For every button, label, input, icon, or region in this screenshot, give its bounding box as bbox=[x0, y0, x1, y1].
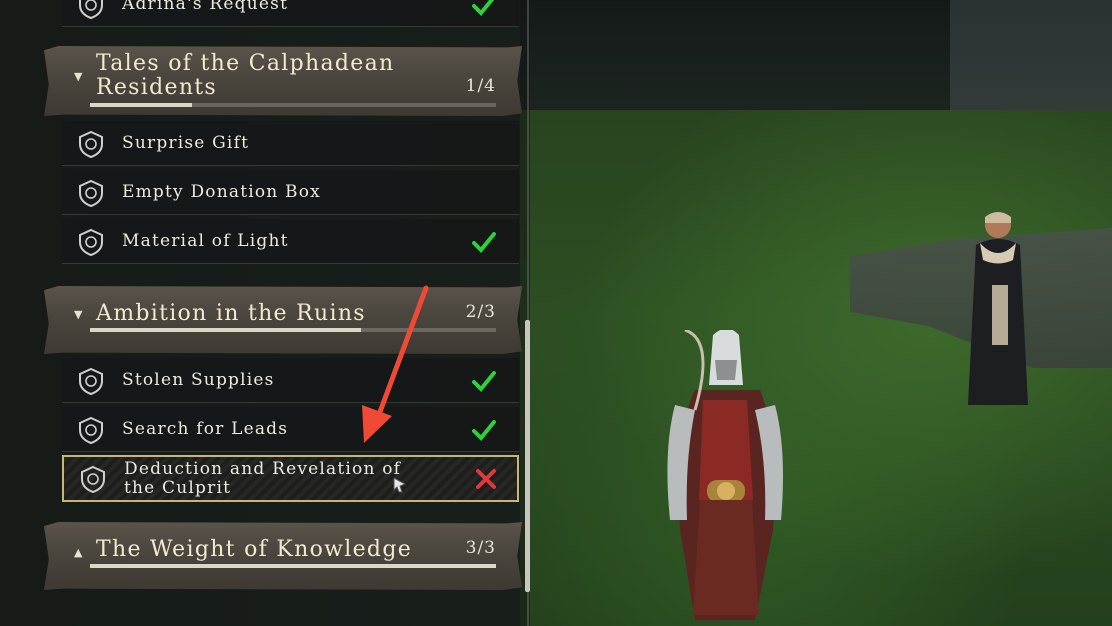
quest-group-title: Ambition in the Ruins bbox=[96, 301, 366, 326]
quest-group-header-calphadean[interactable]: ▼ Tales of the Calphadean Residents 1/4 bbox=[44, 46, 522, 116]
caret-down-icon: ▼ bbox=[74, 70, 83, 83]
armored-knight-character bbox=[667, 330, 783, 620]
shield-crest-icon bbox=[81, 465, 105, 493]
shield-crest-icon bbox=[79, 179, 103, 207]
quest-item-label: Search for Leads bbox=[122, 419, 289, 439]
villager-npc-character bbox=[968, 212, 1028, 405]
quest-group-progress-text: 1/4 bbox=[465, 76, 496, 96]
quest-item-adrinas-request[interactable]: Adrina's Request bbox=[62, 0, 519, 27]
quest-log-panel: Adrina's Request ▼ Tales of the Calphade… bbox=[0, 0, 530, 626]
quest-group-header-weight[interactable]: ▲ The Weight of Knowledge 3/3 bbox=[44, 522, 522, 590]
x-mark-icon bbox=[476, 469, 496, 489]
shield-crest-icon bbox=[79, 228, 103, 256]
quest-item-deduction-and-revelation[interactable]: Deduction and Revelation of the Culprit bbox=[62, 455, 519, 502]
shield-crest-icon bbox=[79, 130, 103, 158]
quest-item-label: Material of Light bbox=[122, 231, 289, 251]
shield-crest-icon bbox=[79, 0, 103, 19]
scrollbar-thumb[interactable] bbox=[525, 320, 530, 592]
quest-item-label: Adrina's Request bbox=[122, 0, 289, 14]
progress-track bbox=[90, 564, 496, 568]
check-icon bbox=[472, 232, 496, 253]
quest-group-title: Tales of the Calphadean Residents bbox=[96, 51, 395, 100]
quest-item-material-of-light[interactable]: Material of Light bbox=[62, 219, 519, 264]
shield-crest-icon bbox=[79, 367, 103, 395]
quest-item-stolen-supplies[interactable]: Stolen Supplies bbox=[62, 358, 519, 403]
shield-crest-icon bbox=[79, 416, 103, 444]
quest-item-search-for-leads[interactable]: Search for Leads bbox=[62, 407, 519, 452]
quest-item-label: Stolen Supplies bbox=[122, 370, 275, 390]
quest-item-label: Deduction and Revelation of the Culprit bbox=[124, 459, 402, 498]
quest-group-progress-text: 3/3 bbox=[465, 538, 496, 558]
quest-group-header-ambition[interactable]: ▼ Ambition in the Ruins 2/3 bbox=[44, 286, 522, 354]
quest-item-empty-donation-box[interactable]: Empty Donation Box bbox=[62, 170, 519, 215]
quest-group-title: The Weight of Knowledge bbox=[96, 537, 413, 562]
check-icon bbox=[472, 371, 496, 392]
progress-track bbox=[90, 328, 496, 332]
stone-wall-right bbox=[950, 0, 1112, 120]
check-icon bbox=[472, 0, 495, 16]
quest-group-progress-text: 2/3 bbox=[465, 302, 496, 322]
progress-fill bbox=[90, 564, 496, 568]
quest-item-surprise-gift[interactable]: Surprise Gift bbox=[62, 121, 519, 166]
quest-item-label: Empty Donation Box bbox=[122, 182, 321, 202]
progress-track bbox=[90, 103, 496, 107]
progress-fill bbox=[90, 103, 192, 107]
caret-down-icon: ▼ bbox=[74, 308, 83, 321]
quest-item-label: Surprise Gift bbox=[122, 133, 250, 153]
check-icon bbox=[472, 420, 496, 441]
caret-up-icon: ▲ bbox=[74, 546, 83, 559]
mouse-cursor-icon bbox=[393, 477, 407, 493]
progress-fill bbox=[90, 328, 361, 332]
